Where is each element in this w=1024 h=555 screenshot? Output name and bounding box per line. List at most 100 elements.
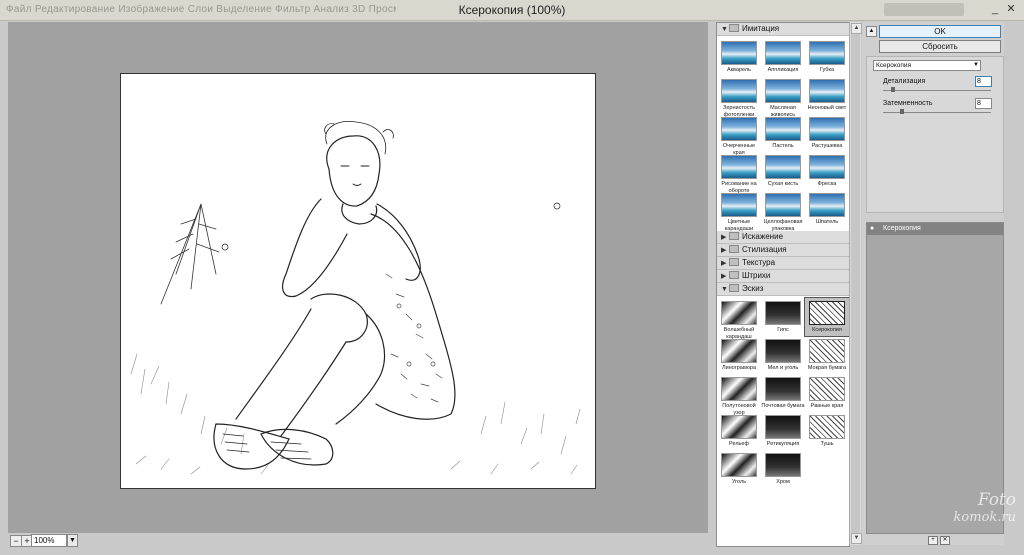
filter-thumbnail-label: Хром bbox=[776, 479, 790, 485]
darkness-slider[interactable] bbox=[883, 109, 991, 114]
filter-thumbnail-image bbox=[721, 41, 757, 65]
filter-thumbnail[interactable]: Почтовая бумага bbox=[761, 374, 805, 412]
filter-thumbnail-image bbox=[765, 453, 801, 477]
filter-thumbnail-image bbox=[721, 453, 757, 477]
filter-thumbnail-image bbox=[721, 155, 757, 179]
filter-thumbnail[interactable]: Линогравюра bbox=[717, 336, 761, 374]
filter-thumbnail[interactable]: Рисование на обороте bbox=[717, 152, 761, 194]
sketch-grid: Волшебный карандаш Гипс Ксерокопия Линограв… bbox=[717, 296, 849, 491]
filter-thumbnail-image bbox=[765, 41, 801, 65]
filter-thumbnail[interactable]: Тушь bbox=[805, 412, 849, 450]
category-collapsed[interactable]: ▶ Штрихи bbox=[717, 270, 849, 283]
title-bar: Файл Редактирование Изображение Слои Выд… bbox=[0, 0, 1024, 21]
filter-thumbnail[interactable]: Рваные края bbox=[805, 374, 849, 412]
reset-button[interactable]: Сбросить bbox=[879, 40, 1001, 53]
settings-panel: ▲ OK Сбросить Ксерокопия ▼ Детализация 8 … bbox=[862, 22, 1004, 545]
filter-gallery: ▼ Имитация Акварель Аппликация Губка Зернист… bbox=[716, 22, 850, 547]
category-label: Искажение bbox=[742, 232, 784, 241]
darkness-input[interactable]: 8 bbox=[975, 98, 992, 109]
filter-select[interactable]: Ксерокопия ▼ bbox=[873, 60, 981, 71]
collapsed-triangle-icon: ▶ bbox=[721, 247, 727, 254]
filter-thumbnail-label: Неоновый свет bbox=[807, 105, 847, 111]
gallery-scrollbar[interactable]: ▲ ▼ bbox=[849, 22, 862, 545]
category-collapsed[interactable]: ▶ Искажение bbox=[717, 231, 849, 244]
filter-thumbnail-label: Мокрая бумага bbox=[807, 365, 847, 371]
filter-thumbnail[interactable]: Сухая кисть bbox=[761, 152, 805, 190]
detail-slider-knob[interactable] bbox=[891, 87, 896, 92]
collapse-gallery-icon[interactable]: ▲ bbox=[866, 26, 877, 37]
filter-thumbnail[interactable]: Хром bbox=[761, 450, 805, 488]
effect-layer-label: Ксерокопия bbox=[883, 225, 921, 232]
category-sketch[interactable]: ▼ Эскиз bbox=[717, 283, 849, 296]
preview-area[interactable] bbox=[8, 22, 708, 533]
filter-thumbnail[interactable]: Пастель bbox=[761, 114, 805, 152]
filter-thumbnail-label: Гипс bbox=[777, 327, 789, 333]
category-collapsed[interactable]: ▶ Текстура bbox=[717, 257, 849, 270]
filter-thumbnail-label: Линогравюра bbox=[721, 365, 757, 371]
filter-thumbnail-label: Пастель bbox=[772, 143, 794, 149]
filter-thumbnail-label: Цветные карандаши bbox=[724, 219, 754, 232]
filter-thumbnail[interactable]: Аппликация bbox=[761, 38, 805, 76]
filter-thumbnail[interactable]: Волшебный карандаш bbox=[717, 298, 761, 340]
detail-input[interactable]: 8 bbox=[975, 76, 992, 87]
filter-thumbnail-image bbox=[721, 79, 757, 103]
detail-slider[interactable] bbox=[883, 87, 991, 92]
ok-button[interactable]: OK bbox=[879, 25, 1001, 38]
scroll-up-icon[interactable]: ▲ bbox=[851, 23, 862, 34]
filter-thumbnail-image bbox=[721, 415, 757, 439]
preview-canvas[interactable] bbox=[120, 73, 596, 489]
chevron-down-icon: ▼ bbox=[973, 62, 979, 68]
filter-thumbnail-image bbox=[809, 339, 845, 363]
filter-thumbnail-image bbox=[765, 415, 801, 439]
filter-thumbnail[interactable]: Ксерокопия bbox=[804, 297, 849, 337]
category-imitation[interactable]: ▼ Имитация bbox=[717, 23, 849, 36]
filter-thumbnail[interactable]: Мокрая бумага bbox=[805, 336, 849, 374]
folder-icon bbox=[729, 258, 739, 266]
new-effect-layer-icon[interactable]: + bbox=[928, 536, 938, 545]
eye-icon[interactable]: ● bbox=[870, 225, 878, 233]
workspace-switcher[interactable] bbox=[884, 3, 964, 16]
filter-thumbnail[interactable]: Цветные карандаши bbox=[717, 190, 761, 232]
filter-thumbnail[interactable]: Шпатель bbox=[805, 190, 849, 228]
filter-thumbnail[interactable]: Масляная живопись bbox=[761, 76, 805, 118]
filter-thumbnail-image bbox=[765, 193, 801, 217]
zoom-level-field[interactable]: 100% bbox=[31, 534, 67, 547]
filter-thumbnail-image bbox=[809, 79, 845, 103]
filter-thumbnail[interactable]: Очерченные края bbox=[717, 114, 761, 156]
filter-thumbnail-label: Шпатель bbox=[815, 219, 839, 225]
filter-thumbnail[interactable]: Рельеф bbox=[717, 412, 761, 450]
watermark-logo: Foto komok.ru bbox=[946, 492, 1016, 526]
filter-thumbnail[interactable]: Губка bbox=[805, 38, 849, 76]
filter-thumbnail[interactable]: Гипс bbox=[761, 298, 805, 336]
expanded-triangle-icon: ▼ bbox=[721, 26, 728, 33]
zoom-dropdown-icon[interactable]: ▼ bbox=[67, 534, 78, 547]
filter-thumbnail[interactable]: Зернистость фотопленки bbox=[717, 76, 761, 118]
sketch-image bbox=[130, 121, 581, 475]
filter-thumbnail-image bbox=[809, 415, 845, 439]
category-label: Штрихи bbox=[742, 271, 771, 280]
close-icon[interactable]: ✕ bbox=[1004, 2, 1018, 16]
filter-thumbnail-image bbox=[765, 79, 801, 103]
filter-thumbnail[interactable]: Неоновый свет bbox=[805, 76, 849, 114]
filter-thumbnail[interactable]: Растушевка bbox=[805, 114, 849, 152]
category-collapsed[interactable]: ▶ Стилизация bbox=[717, 244, 849, 257]
filter-thumbnail[interactable]: Полутоновой узор bbox=[717, 374, 761, 416]
filter-thumbnail[interactable]: Целлофановая упаковка bbox=[761, 190, 805, 232]
filter-thumbnail[interactable]: Уголь bbox=[717, 450, 761, 488]
category-label: Эскиз bbox=[742, 284, 764, 293]
filter-thumbnail-label: Аппликация bbox=[767, 67, 799, 73]
filter-thumbnail[interactable]: Мел и уголь bbox=[761, 336, 805, 374]
darkness-slider-knob[interactable] bbox=[899, 109, 904, 114]
scroll-thumb[interactable] bbox=[851, 34, 860, 539]
scroll-down-icon[interactable]: ▼ bbox=[851, 533, 862, 544]
filter-thumbnail-image bbox=[809, 41, 845, 65]
filter-thumbnail[interactable]: Фреска bbox=[805, 152, 849, 190]
collapsed-categories: ▶ Искажение ▶ Стилизация ▶ Текстура ▶ Штрихи bbox=[717, 231, 849, 283]
effect-layer[interactable]: ● Ксерокопия bbox=[867, 223, 1003, 235]
filter-thumbnail-label: Тушь bbox=[820, 441, 834, 447]
filter-thumbnail-image bbox=[809, 301, 845, 325]
delete-effect-layer-icon[interactable]: ✕ bbox=[940, 536, 950, 545]
filter-thumbnail[interactable]: Ретикуляция bbox=[761, 412, 805, 450]
filter-thumbnail[interactable]: Акварель bbox=[717, 38, 761, 76]
minimize-icon[interactable]: _ bbox=[988, 2, 1002, 16]
